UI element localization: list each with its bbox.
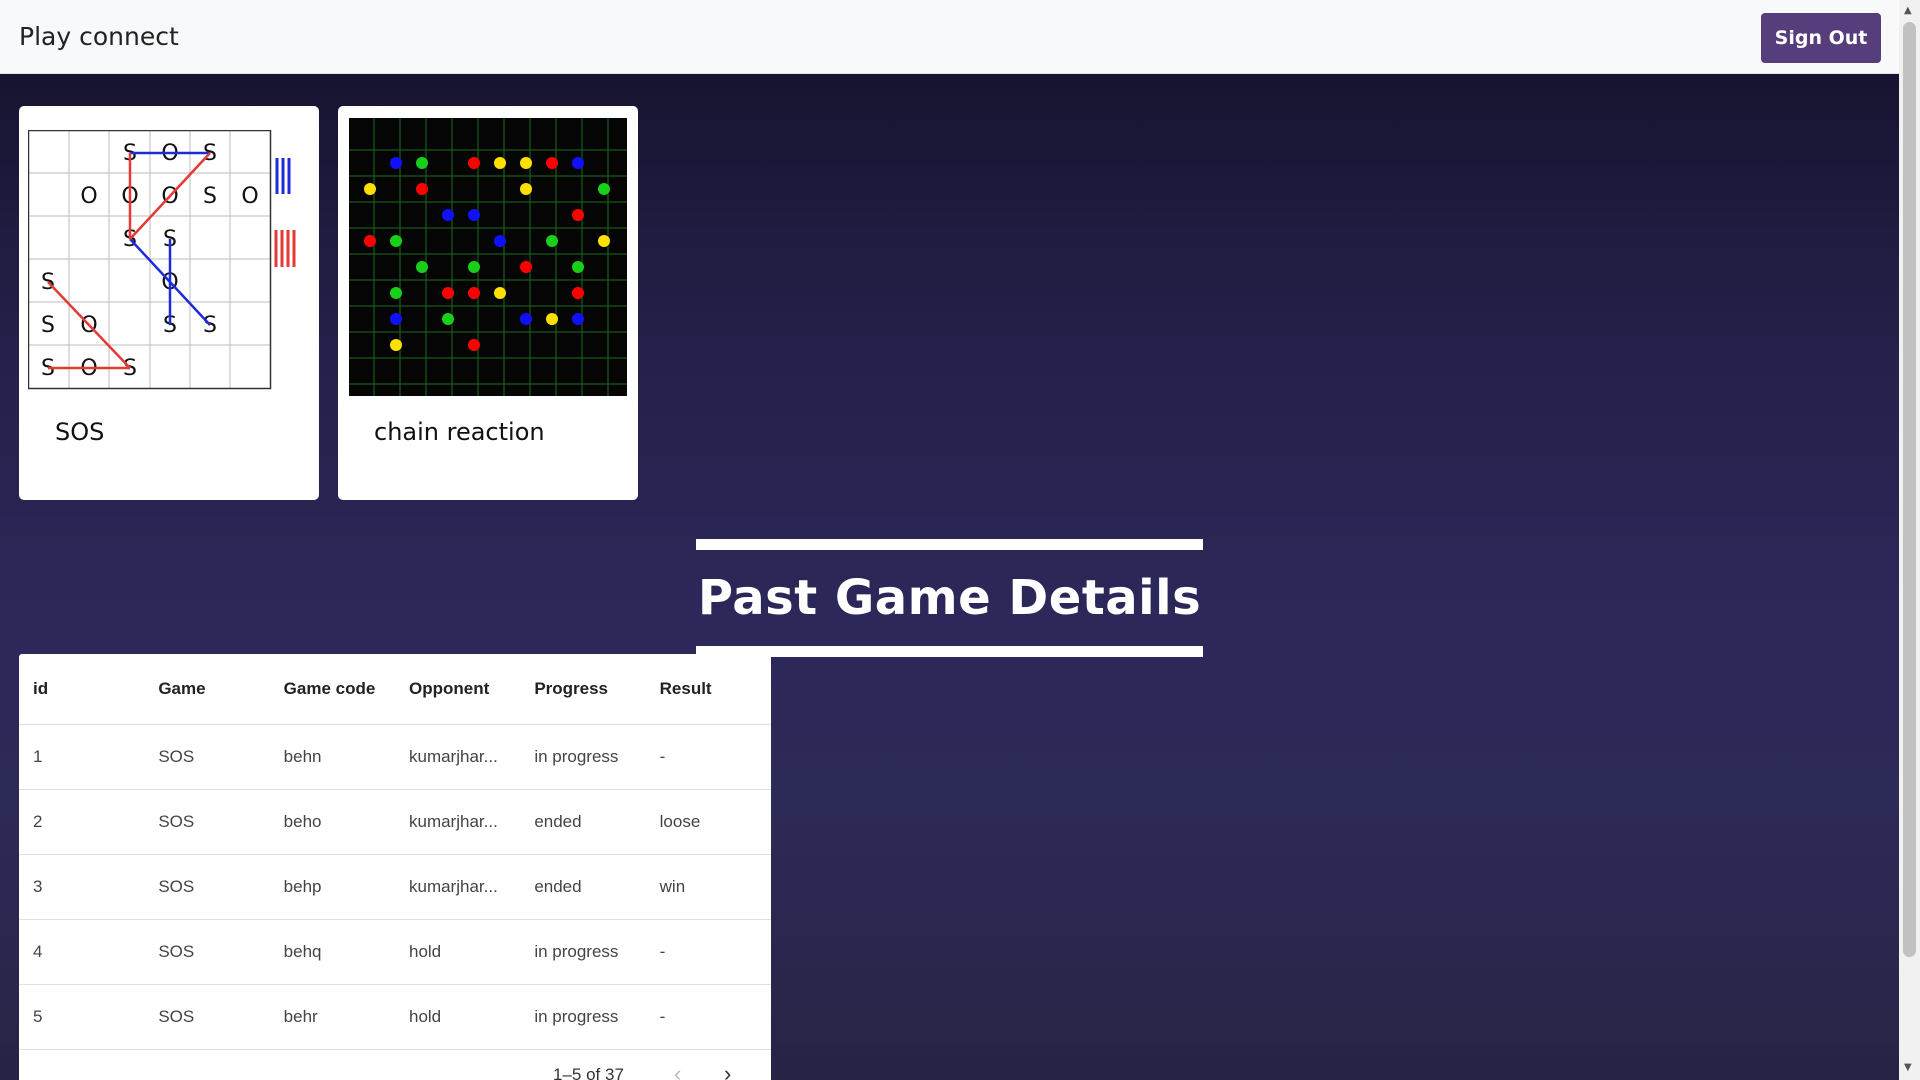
section-title: Past Game Details — [697, 570, 1202, 626]
section-heading-frame: Past Game Details — [696, 539, 1203, 657]
cell-id: 2 — [19, 789, 145, 855]
column-header-game-code[interactable]: Game code — [269, 654, 395, 725]
cell-game-code: behq — [269, 919, 395, 985]
chain-reaction-board-image — [349, 118, 627, 396]
cell-result: - — [645, 919, 771, 985]
cell-result: - — [645, 724, 771, 790]
cell-opponent: hold — [394, 919, 521, 985]
game-card-chain-reaction[interactable]: chain reaction — [338, 106, 638, 500]
column-header-result[interactable]: Result — [645, 654, 771, 725]
table-row[interactable]: 3 SOS behp kumarjhar... ended win — [19, 854, 771, 920]
cell-game: SOS — [144, 984, 270, 1050]
cell-id: 1 — [19, 724, 145, 790]
cell-opponent: kumarjhar... — [394, 854, 521, 920]
game-card-title: SOS — [55, 418, 105, 446]
scroll-down-arrow-icon[interactable]: ▼ — [1904, 1062, 1912, 1073]
cell-id: 5 — [19, 984, 145, 1050]
table-pagination: 1–5 of 37 ‹ › — [19, 1049, 771, 1080]
column-header-id[interactable]: id — [19, 654, 145, 725]
column-header-game[interactable]: Game — [144, 654, 270, 725]
cell-game: SOS — [144, 854, 270, 920]
cell-id: 3 — [19, 854, 145, 920]
game-card-sos[interactable]: SOS OOO SO SS SO SOSS SOS SOS — [19, 106, 319, 500]
svg-text:S: S — [203, 313, 217, 338]
column-header-progress[interactable]: Progress — [520, 654, 646, 725]
cell-game-code: beho — [269, 789, 395, 855]
cell-game-code: behp — [269, 854, 395, 920]
cell-opponent: kumarjhar... — [394, 789, 521, 855]
table-header-row: id Game Game code Opponent Progress Resu… — [19, 654, 771, 725]
table-row[interactable]: 2 SOS beho kumarjhar... ended loose — [19, 789, 771, 855]
svg-text:O: O — [80, 184, 97, 209]
cell-result: loose — [645, 789, 771, 855]
svg-text:S: S — [203, 184, 217, 209]
scrollbar-thumb[interactable] — [1903, 22, 1916, 957]
sos-board-image: SOS OOO SO SS SO SOSS SOS — [28, 130, 296, 390]
cell-progress: ended — [520, 854, 646, 920]
table-row[interactable]: 1 SOS behn kumarjhar... in progress - — [19, 724, 771, 790]
svg-text:S: S — [41, 313, 55, 338]
cell-game-code: behr — [269, 984, 395, 1050]
cell-game: SOS — [144, 724, 270, 790]
main-content: SOS OOO SO SS SO SOSS SOS SOS chain reac… — [0, 74, 1899, 1080]
page-scrollbar[interactable]: ▲ ▼ — [1899, 0, 1920, 1080]
pagination-range: 1–5 of 37 — [553, 1065, 624, 1080]
cell-progress: in progress — [520, 984, 646, 1050]
cell-progress: ended — [520, 789, 646, 855]
column-header-opponent[interactable]: Opponent — [394, 654, 521, 725]
cell-opponent: kumarjhar... — [394, 724, 521, 790]
brand-title[interactable]: Play connect — [19, 22, 179, 51]
cell-result: - — [645, 984, 771, 1050]
cell-opponent: hold — [394, 984, 521, 1050]
table-row[interactable]: 4 SOS behq hold in progress - — [19, 919, 771, 985]
svg-text:O: O — [241, 184, 258, 209]
cell-game: SOS — [144, 789, 270, 855]
past-games-table: id Game Game code Opponent Progress Resu… — [19, 654, 771, 1080]
table-row[interactable]: 5 SOS behr hold in progress - — [19, 984, 771, 1050]
chevron-right-icon[interactable]: › — [724, 1061, 731, 1080]
chevron-left-icon[interactable]: ‹ — [674, 1061, 681, 1080]
cell-game: SOS — [144, 919, 270, 985]
cell-game-code: behn — [269, 724, 395, 790]
cell-progress: in progress — [520, 724, 646, 790]
game-card-title: chain reaction — [374, 418, 545, 446]
cell-progress: in progress — [520, 919, 646, 985]
cell-result: win — [645, 854, 771, 920]
scroll-up-arrow-icon[interactable]: ▲ — [1904, 5, 1912, 16]
sign-out-button[interactable]: Sign Out — [1761, 13, 1881, 63]
cell-id: 4 — [19, 919, 145, 985]
navbar: Play connect Sign Out — [0, 0, 1899, 74]
